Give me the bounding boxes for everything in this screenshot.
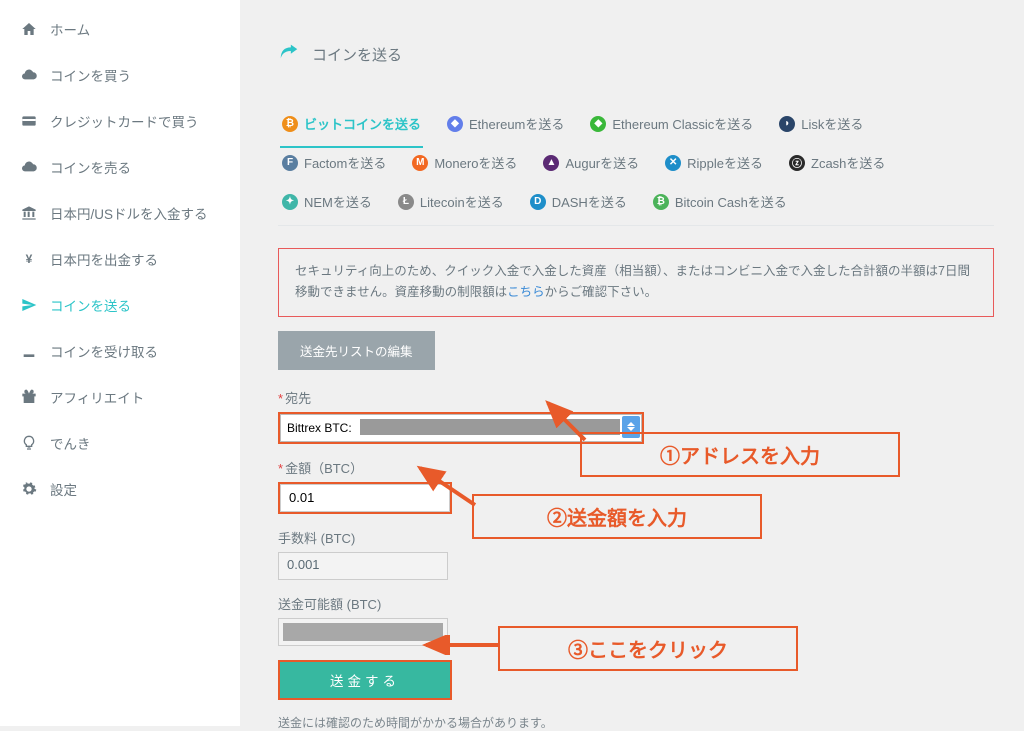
sidebar-item-label: コインを受け取る [50, 341, 158, 361]
xem-coin-icon: ✦ [282, 194, 298, 210]
security-notice: セキュリティ向上のため、クイック入金で入金した資産（相当額）、またはコンビニ入金… [278, 248, 994, 317]
coin-tab-label: DASHを送る [552, 192, 627, 211]
coin-tab-label: Litecoinを送る [420, 192, 504, 211]
coin-tab-eth[interactable]: ◆ Ethereumを送る [447, 114, 564, 133]
gear-icon [20, 480, 38, 498]
fee-value: 0.001 [278, 552, 448, 580]
gift-icon [20, 388, 38, 406]
coin-tab-xrp[interactable]: ✕ Rippleを送る [665, 153, 763, 172]
sidebar-item-send-coin[interactable]: コインを送る [0, 282, 240, 328]
xrp-coin-icon: ✕ [665, 155, 681, 171]
page-title-text: コインを送る [312, 44, 402, 65]
destination-label: *宛先 [278, 388, 994, 407]
sidebar-item-buy-coin[interactable]: コインを買う [0, 52, 240, 98]
credit-card-icon [20, 112, 38, 130]
etc-coin-icon: ◆ [590, 116, 606, 132]
sidebar-item-label: クレジットカードで買う [50, 111, 199, 131]
coin-tab-lsk[interactable]: ◗ Liskを送る [779, 114, 863, 133]
required-mark: * [278, 391, 283, 406]
bulb-icon [20, 434, 38, 452]
send-arrow-icon [278, 40, 300, 68]
svg-text:¥: ¥ [26, 252, 33, 266]
sidebar-item-label: コインを売る [50, 157, 131, 177]
dash-coin-icon: D [530, 194, 546, 210]
cloud-download-icon [20, 66, 38, 84]
zec-coin-icon: ⓩ [789, 155, 805, 171]
eth-coin-icon: ◆ [447, 116, 463, 132]
sidebar-item-withdraw-jpy[interactable]: ¥ 日本円を出金する [0, 236, 240, 282]
coin-tab-label: Ethereum Classicを送る [612, 114, 753, 133]
coin-tab-btc[interactable]: ₿ ビットコインを送る [282, 114, 421, 133]
sidebar-item-buy-card[interactable]: クレジットカードで買う [0, 98, 240, 144]
sidebar-item-denki[interactable]: でんき [0, 420, 240, 466]
amount-input[interactable] [280, 484, 450, 512]
annotation-1: ①アドレスを入力 [580, 432, 900, 477]
sidebar-item-label: 設定 [50, 479, 77, 499]
xmr-coin-icon: M [412, 155, 428, 171]
fct-coin-icon: F [282, 155, 298, 171]
lsk-coin-icon: ◗ [779, 116, 795, 132]
cloud-upload-icon [20, 158, 38, 176]
sidebar-item-home[interactable]: ホーム [0, 6, 240, 52]
page-title: コインを送る [278, 40, 994, 68]
send-button[interactable]: 送金する [280, 662, 450, 698]
footer-note: 送金には確認のため時間がかかる場合があります。 [278, 714, 994, 731]
home-icon [20, 20, 38, 38]
main-content: コインを送る ₿ ビットコインを送る ◆ Ethereumを送る ◆ Ethereum C… [240, 0, 1024, 726]
rep-coin-icon: ▲ [543, 155, 559, 171]
sidebar-item-label: 日本円/USドルを入金する [50, 203, 208, 223]
ltc-coin-icon: Ł [398, 194, 414, 210]
bch-coin-icon: ₿ [653, 194, 669, 210]
coin-tab-dash[interactable]: D DASHを送る [530, 192, 627, 211]
send-button-wrap: 送金する [278, 660, 452, 700]
annotation-2: ②送金額を入力 [472, 494, 762, 539]
annotation-3: ③ここをクリック [498, 626, 798, 671]
available-value [278, 618, 448, 646]
coin-tab-rep[interactable]: ▲ Augurを送る [543, 153, 639, 172]
coin-tab-label: Augurを送る [565, 153, 639, 172]
sidebar-item-sell-coin[interactable]: コインを売る [0, 144, 240, 190]
notice-text-2: からご確認下さい。 [545, 285, 658, 299]
coin-tab-label: Bitcoin Cashを送る [675, 192, 787, 211]
sidebar-item-label: ホーム [50, 19, 90, 39]
yen-icon: ¥ [20, 250, 38, 268]
bank-icon [20, 204, 38, 222]
sidebar: ホーム コインを買う クレジットカードで買う コインを売る 日本円/USドルを入… [0, 0, 240, 726]
coin-tab-label: Factomを送る [304, 153, 386, 172]
sidebar-item-affiliate[interactable]: アフィリエイト [0, 374, 240, 420]
coin-tab-bch[interactable]: ₿ Bitcoin Cashを送る [653, 192, 787, 211]
required-mark: * [278, 461, 283, 476]
coin-tab-label: ビットコインを送る [304, 114, 421, 133]
sidebar-item-label: 日本円を出金する [50, 249, 158, 269]
notice-link[interactable]: こちら [507, 285, 545, 299]
coin-tab-label: Moneroを送る [434, 153, 517, 172]
coin-tab-zec[interactable]: ⓩ Zcashを送る [789, 153, 885, 172]
sidebar-item-label: コインを買う [50, 65, 131, 85]
send-icon [20, 296, 38, 314]
coin-tab-label: Liskを送る [801, 114, 863, 133]
sidebar-item-settings[interactable]: 設定 [0, 466, 240, 512]
sidebar-item-receive-coin[interactable]: コインを受け取る [0, 328, 240, 374]
edit-destination-list-button[interactable]: 送金先リストの編集 [278, 331, 435, 370]
coin-tab-xem[interactable]: ✦ NEMを送る [282, 192, 372, 211]
sidebar-item-label: コインを送る [50, 295, 131, 315]
coin-tab-xmr[interactable]: M Moneroを送る [412, 153, 517, 172]
coin-tab-ltc[interactable]: Ł Litecoinを送る [398, 192, 504, 211]
coin-tabs: ₿ ビットコインを送る ◆ Ethereumを送る ◆ Ethereum Classicを… [278, 114, 994, 226]
coin-tab-label: Ethereumを送る [469, 114, 564, 133]
coin-tab-label: Zcashを送る [811, 153, 885, 172]
amount-input-wrap [278, 482, 452, 514]
download-icon [20, 342, 38, 360]
coin-tab-label: NEMを送る [304, 192, 372, 211]
available-label: 送金可能額 (BTC) [278, 594, 994, 613]
coin-tab-etc[interactable]: ◆ Ethereum Classicを送る [590, 114, 753, 133]
sidebar-item-label: アフィリエイト [50, 387, 144, 407]
btc-coin-icon: ₿ [282, 116, 298, 132]
sidebar-item-label: でんき [50, 433, 91, 453]
coin-tab-fct[interactable]: F Factomを送る [282, 153, 386, 172]
sidebar-item-deposit-fiat[interactable]: 日本円/USドルを入金する [0, 190, 240, 236]
coin-tab-label: Rippleを送る [687, 153, 763, 172]
